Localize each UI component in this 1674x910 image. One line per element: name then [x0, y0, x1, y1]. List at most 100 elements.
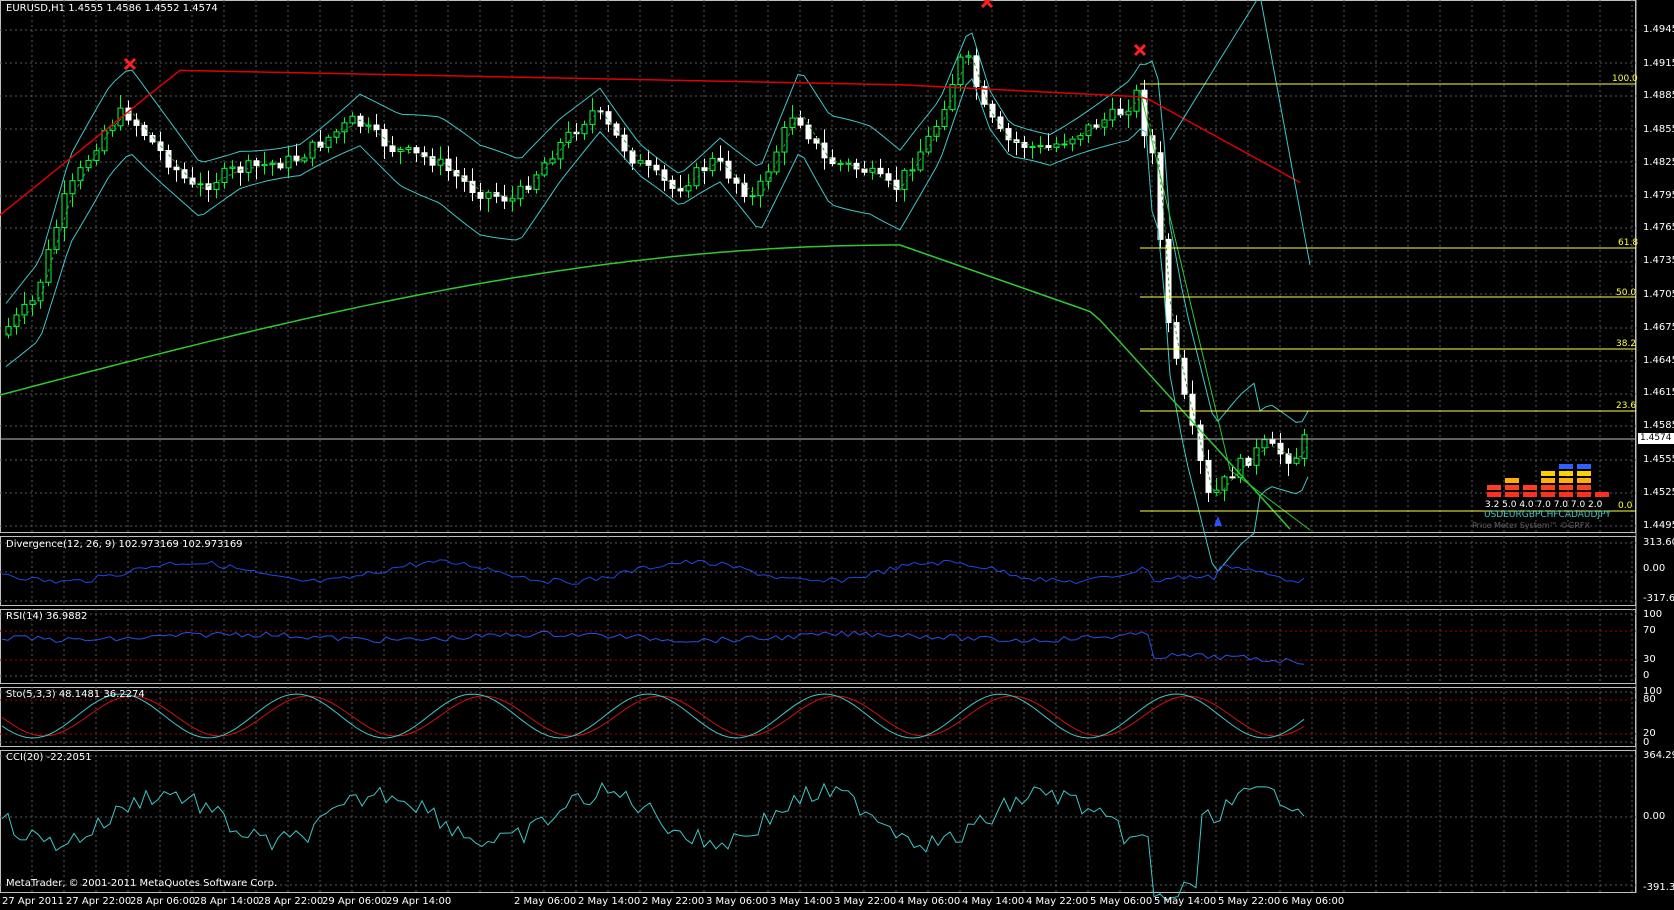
candle-body [893, 179, 900, 190]
time-tick: 4 May 06:00 [898, 896, 961, 907]
candle-body [1253, 447, 1260, 466]
moving-average-green [0, 244, 1291, 530]
candle-body [21, 303, 28, 316]
time-tick: 3 May 22:00 [834, 896, 897, 907]
price-meter-bar [1505, 492, 1519, 497]
divergence-axis-min: -317.649 [1643, 593, 1674, 604]
candle-body [1069, 138, 1076, 145]
rsi-axis-70: 70 [1643, 625, 1656, 636]
candle-body [669, 179, 676, 189]
candle-body [1165, 238, 1172, 324]
chart-title: EURUSD,H1 1.4555 1.4586 1.4552 1.4574 [6, 3, 218, 14]
candle-body [837, 162, 844, 165]
rsi-axis-100: 100 [1643, 609, 1663, 620]
candle-body [1117, 108, 1124, 116]
time-tick: 4 May 22:00 [1026, 896, 1089, 907]
candle-body [885, 173, 892, 181]
price-tick: 1.4855 [1643, 124, 1674, 135]
candle-body [261, 163, 268, 167]
cci-axis-max: 364.2996 [1643, 750, 1674, 761]
time-tick: 29 Apr 06:00 [322, 896, 388, 907]
price-meter-bar [1487, 492, 1501, 497]
candle-body [397, 149, 404, 153]
price-meter-bar [1559, 464, 1573, 469]
price-tick: 1.4705 [1643, 289, 1674, 300]
price-meter-bar [1487, 485, 1501, 490]
chart-canvas[interactable] [0, 0, 1674, 910]
price-tick: 1.4675 [1643, 322, 1674, 333]
stochastic-title: Sto(5,3,3) 48.1481 36.2274 [6, 689, 145, 700]
candle-body [853, 162, 860, 170]
candle-body [293, 155, 300, 162]
time-tick: 27 Apr 22:00 [66, 896, 132, 907]
price-tick: 1.4525 [1643, 487, 1674, 498]
candle-body [61, 193, 68, 229]
candle-body [381, 129, 388, 147]
price-meter-bar [1559, 471, 1573, 476]
price-meter-bar [1577, 464, 1591, 469]
candle-body [637, 160, 644, 164]
candle-body [621, 134, 628, 152]
candle-body [813, 138, 820, 144]
time-tick: 28 Apr 22:00 [258, 896, 324, 907]
price-meter-bar [1595, 492, 1609, 497]
candle-body [221, 167, 228, 183]
time-tick: 27 Apr 2011 [2, 896, 64, 907]
fib-label-38-2: 38.2 [1616, 339, 1637, 349]
sto-axis-80: 80 [1643, 694, 1656, 705]
time-tick: 29 Apr 14:00 [386, 896, 452, 907]
cci-title: CCI(20) -22.2051 [6, 752, 92, 763]
candle-body [749, 195, 756, 198]
candle-body [485, 192, 492, 199]
price-tick: 1.4555 [1643, 454, 1674, 465]
candle-body [1133, 89, 1140, 112]
candle-body [405, 147, 412, 151]
pane-border [0, 536, 1636, 606]
time-tick: 6 May 06:00 [1282, 896, 1345, 907]
band-spike [1260, 0, 1311, 266]
time-tick: 2 May 22:00 [642, 896, 705, 907]
candle-body [349, 115, 356, 124]
time-tick: 28 Apr 06:00 [130, 896, 196, 907]
candle-body [917, 151, 924, 171]
candle-body [877, 167, 884, 175]
rsi-title: RSI(14) 36.9882 [6, 611, 88, 622]
candle-body [509, 198, 516, 202]
price-tick: 1.4645 [1643, 355, 1674, 366]
price-tick: 1.4735 [1643, 255, 1674, 266]
candle-body [1213, 489, 1220, 493]
fib-label-0: 0.0 [1618, 501, 1633, 511]
price-tick: 1.4945 [1643, 24, 1674, 35]
divergence-title: Divergence(12, 26, 9) 102.973169 102.973… [6, 539, 243, 550]
candle-body [1037, 145, 1044, 148]
pane-border [0, 750, 1636, 893]
candle-body [653, 164, 660, 171]
candle-body [1101, 119, 1108, 128]
candle-body [701, 167, 708, 172]
price-meter-bar [1541, 485, 1555, 490]
price-meter-bar [1541, 478, 1555, 483]
candle-body [301, 157, 308, 162]
candle-body [101, 130, 108, 152]
time-tick: 3 May 06:00 [706, 896, 769, 907]
rsi-line [1, 630, 1305, 665]
sto-axis-0: 0 [1643, 737, 1650, 748]
candle-body [629, 150, 636, 164]
time-tick: 5 May 06:00 [1090, 896, 1153, 907]
price-meter-bar [1577, 492, 1591, 497]
candle-body [757, 180, 764, 197]
price-tick: 1.4765 [1643, 222, 1674, 233]
candle-body [1277, 442, 1284, 455]
price-meter-bar [1577, 478, 1591, 483]
candle-body [477, 192, 484, 199]
candle-body [1205, 459, 1212, 493]
candle-body [765, 171, 772, 182]
copyright-text: MetaTrader, © 2001-2011 MetaQuotes Softw… [6, 878, 278, 889]
stoch-signal-line [1, 695, 1305, 737]
price-meter-bar [1559, 492, 1573, 497]
candle-body [1045, 145, 1052, 148]
candle-body [821, 142, 828, 159]
candle-body [1229, 476, 1236, 479]
candle-body [277, 162, 284, 169]
candle-body [469, 180, 476, 194]
